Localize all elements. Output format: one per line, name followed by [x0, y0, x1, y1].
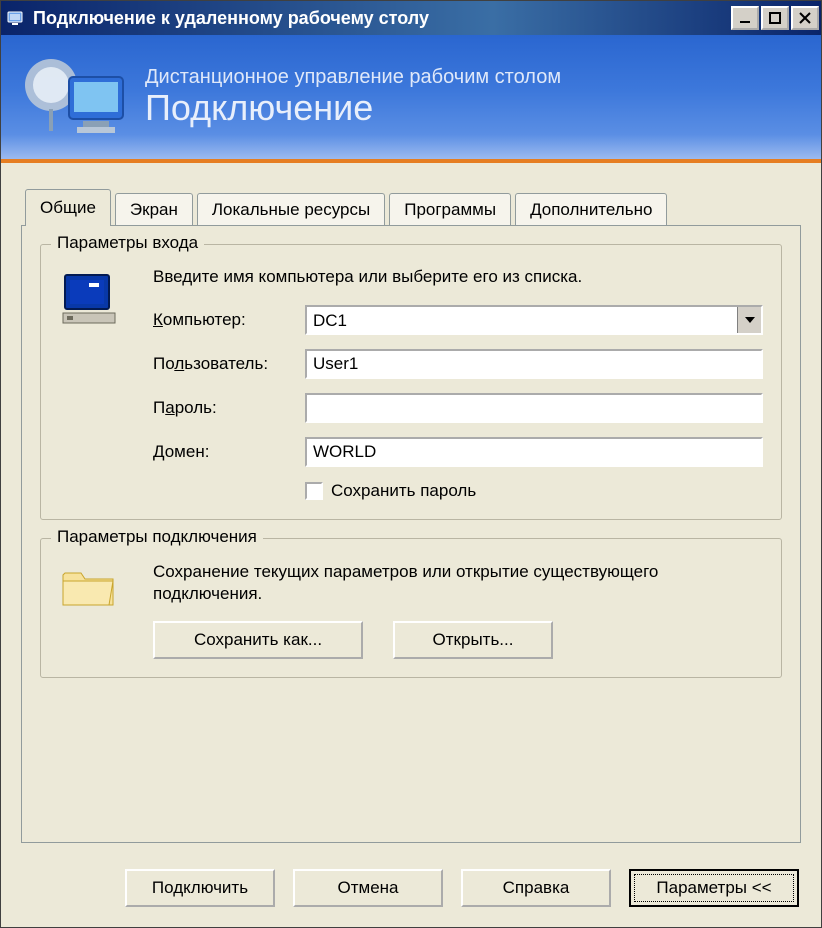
remote-desktop-window: Подключение к удаленному рабочему столу [0, 0, 822, 928]
save-password-label: Сохранить пароль [331, 481, 476, 501]
content: Общие Экран Локальные ресурсы Программы … [1, 163, 821, 855]
tab-local-resources[interactable]: Локальные ресурсы [197, 193, 385, 226]
group-login: Параметры входа [40, 244, 782, 520]
computer-icon [59, 318, 123, 335]
tab-advanced[interactable]: Дополнительно [515, 193, 667, 226]
banner: Дистанционное управление рабочим столом … [1, 35, 821, 163]
open-button[interactable]: Открыть... [393, 621, 553, 659]
computer-value[interactable]: DC1 [307, 307, 737, 333]
computer-label: Компьютер: [153, 310, 305, 330]
close-button[interactable] [791, 6, 819, 30]
computer-combobox[interactable]: DC1 [305, 305, 763, 335]
cancel-button[interactable]: Отмена [293, 869, 443, 907]
group-connection-legend: Параметры подключения [51, 527, 263, 547]
tab-programs[interactable]: Программы [389, 193, 511, 226]
domain-input[interactable] [305, 437, 763, 467]
remote-desktop-icon [21, 45, 131, 150]
tab-panel-general: Параметры входа [21, 225, 801, 843]
group-connection: Параметры подключения Сохранение текущих… [40, 538, 782, 678]
folder-icon [59, 598, 119, 615]
titlebar: Подключение к удаленному рабочему столу [1, 1, 821, 35]
bottom-button-bar: Подключить Отмена Справка Параметры << [1, 855, 821, 927]
help-button[interactable]: Справка [461, 869, 611, 907]
save-as-button[interactable]: Сохранить как... [153, 621, 363, 659]
password-label: Пароль: [153, 398, 305, 418]
user-input[interactable] [305, 349, 763, 379]
connect-button[interactable]: Подключить [125, 869, 275, 907]
save-password-checkbox[interactable] [305, 482, 323, 500]
parameters-button[interactable]: Параметры << [629, 869, 799, 907]
banner-title: Подключение [145, 88, 561, 128]
banner-text: Дистанционное управление рабочим столом … [145, 66, 561, 128]
title-text: Подключение к удаленному рабочему столу [33, 8, 429, 29]
banner-subtitle: Дистанционное управление рабочим столом [145, 66, 561, 88]
domain-label: Домен: [153, 442, 305, 462]
tab-strip: Общие Экран Локальные ресурсы Программы … [25, 189, 801, 226]
user-label: Пользователь: [153, 354, 305, 374]
login-instruction: Введите имя компьютера или выберите его … [153, 267, 763, 287]
tab-display[interactable]: Экран [115, 193, 193, 226]
tab-general[interactable]: Общие [25, 189, 111, 226]
computer-dropdown-button[interactable] [737, 307, 761, 333]
connection-desc: Сохранение текущих параметров или открыт… [153, 561, 763, 605]
group-login-legend: Параметры входа [51, 233, 204, 253]
maximize-button[interactable] [761, 6, 789, 30]
app-icon [5, 7, 27, 29]
password-input[interactable] [305, 393, 763, 423]
minimize-button[interactable] [731, 6, 759, 30]
